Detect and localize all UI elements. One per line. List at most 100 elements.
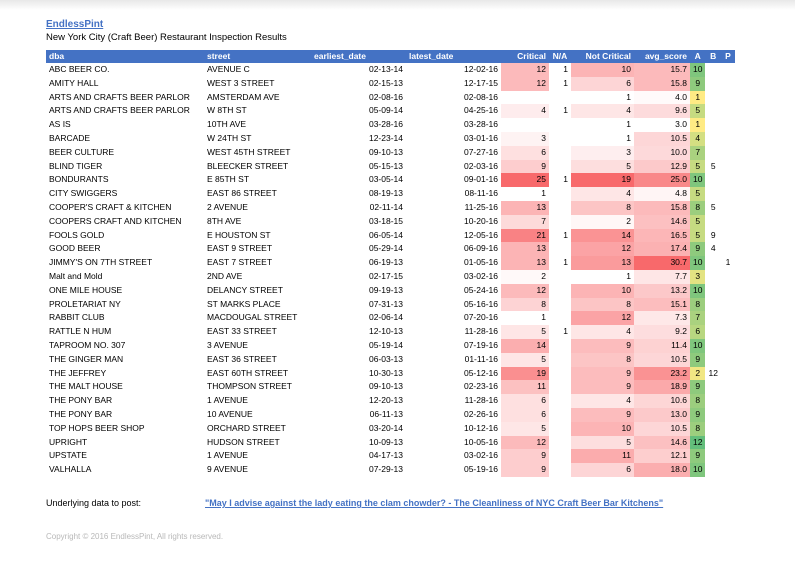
col-header-dba[interactable]: dba — [46, 50, 204, 63]
table-row: AMITY HALL WEST 3 STREET 02-15-13 12-17-15 1… — [46, 76, 735, 91]
cell-not-critical: 8 — [571, 352, 634, 367]
cell-street: 9 AVENUE — [207, 464, 248, 475]
cell-grade-p — [721, 449, 735, 463]
cell-not-critical: 1 — [571, 131, 634, 146]
cell-street: ST MARKS PLACE — [207, 298, 281, 309]
cell-earliest-date: 09-10-13 — [368, 381, 403, 392]
cell-grade-b: 5 — [710, 160, 716, 171]
cell-avg-score: 11.4 — [634, 338, 690, 353]
cell-not-critical: 9 — [571, 338, 634, 353]
cell-grade-b — [705, 187, 720, 201]
table-row: THE PONY BAR 1 AVENUE 12-20-13 11-28-16 6 4 10… — [46, 394, 735, 408]
cell-latest-date: 03-28-16 — [463, 119, 498, 130]
cell-dba: COOPER'S CRAFT & KITCHEN — [49, 201, 172, 212]
cell-critical: 8 — [501, 297, 549, 312]
article-link[interactable]: "May I advise against the lady eating th… — [205, 498, 663, 508]
cell-grade-p — [721, 436, 735, 450]
cell-street: EAST 9 STREET — [207, 243, 273, 254]
cell-latest-date: 12-05-16 — [463, 229, 498, 240]
cell-na — [549, 284, 571, 298]
cell-avg-score: 30.7 — [634, 256, 690, 270]
cell-avg-score: 3.0 — [634, 118, 690, 132]
cell-dba: GOOD BEER — [49, 243, 101, 254]
table-row: Malt and Mold 2ND AVE 02-17-15 03-02-16 2 1 7.… — [46, 269, 735, 284]
col-header-street[interactable]: street — [204, 50, 311, 63]
top-shadow-bar — [0, 0, 795, 10]
col-header-grade-a[interactable]: A — [690, 50, 706, 63]
table-row: BLIND TIGER BLEECKER STREET 05-15-13 02-03-… — [46, 159, 735, 174]
col-header-earliest-date[interactable]: earliest_date — [311, 50, 406, 63]
cell-latest-date: 10-12-16 — [463, 422, 498, 433]
cell-avg-score: 4.0 — [634, 90, 690, 105]
col-header-critical[interactable]: Critical — [501, 50, 549, 63]
cell-grade-a: 7 — [690, 145, 706, 160]
cell-dba: PROLETARIAT NY — [49, 298, 121, 309]
cell-grade-p — [721, 77, 735, 91]
cell-grade-b — [705, 132, 720, 146]
cell-avg-score: 15.8 — [634, 200, 690, 215]
col-header-latest-date[interactable]: latest_date — [406, 50, 501, 63]
table-row: AS IS 10TH AVE 03-28-16 03-28-16 1 3.0 1 — [46, 118, 735, 132]
cell-grade-b — [705, 339, 720, 353]
col-header-grade-p[interactable]: P — [720, 50, 735, 63]
brand-link[interactable]: EndlessPint — [46, 19, 103, 30]
cell-na: 1 — [563, 326, 568, 337]
col-header-avg-score[interactable]: avg_score — [634, 50, 690, 63]
table-row: ARTS AND CRAFTS BEER PARLOR W 8TH ST 05-09… — [46, 104, 735, 119]
cell-street: EAST 33 STREET — [207, 326, 277, 337]
cell-critical: 3 — [501, 131, 549, 146]
cell-na — [549, 422, 571, 436]
cell-na: 1 — [563, 229, 568, 240]
table-row: COOPERS CRAFT AND KITCHEN 8TH AVE 03-18-15… — [46, 214, 735, 229]
cell-latest-date: 01-11-16 — [464, 353, 498, 364]
cell-dba: THE PONY BAR — [49, 395, 113, 406]
cell-avg-score: 12.9 — [634, 159, 690, 174]
table-row: VALHALLA 9 AVENUE 07-29-13 05-19-16 9 6 18.0 10 — [46, 463, 735, 477]
col-header-na[interactable]: N/A — [549, 50, 571, 63]
cell-street: 8TH AVE — [207, 215, 242, 226]
cell-dba: UPSTATE — [49, 450, 87, 461]
cell-street: AMSTERDAM AVE — [207, 91, 280, 102]
cell-latest-date: 12-02-16 — [463, 64, 498, 74]
cell-critical: 12 — [501, 283, 549, 298]
cell-grade-a: 1 — [690, 118, 706, 132]
cell-not-critical: 9 — [571, 407, 634, 422]
table-row: ONE MILE HOUSE DELANCY STREET 09-19-13 05-2… — [46, 283, 735, 298]
cell-grade-a: 10 — [690, 463, 706, 477]
col-header-grade-b[interactable]: B — [705, 50, 721, 63]
cell-street: 1 AVENUE — [207, 395, 248, 406]
cell-avg-score: 10.5 — [634, 131, 690, 146]
cell-earliest-date: 03-20-14 — [368, 422, 403, 433]
inspection-table: dba street earliest_date latest_date Cri… — [46, 50, 735, 477]
cell-grade-a: 5 — [690, 214, 706, 229]
table-row: BONDURANTS E 85TH ST 03-05-14 09-01-16 25 1 19… — [46, 173, 735, 188]
cell-street: 10 AVENUE — [207, 408, 253, 419]
cell-not-critical: 9 — [571, 380, 634, 395]
cell-not-critical: 4 — [571, 394, 634, 408]
cell-not-critical: 8 — [571, 200, 634, 215]
cell-na — [549, 118, 571, 132]
cell-avg-score: 23.2 — [634, 366, 690, 381]
cell-na — [549, 215, 571, 229]
cell-dba: BLIND TIGER — [49, 160, 103, 171]
cell-not-critical: 10 — [571, 421, 634, 436]
cell-grade-p — [721, 215, 735, 229]
cell-na — [549, 353, 571, 367]
cell-earliest-date: 02-11-14 — [369, 201, 403, 212]
cell-grade-p — [721, 394, 735, 408]
cell-earliest-date: 12-20-13 — [368, 395, 403, 406]
cell-dba: AS IS — [49, 119, 71, 130]
cell-grade-a: 10 — [690, 338, 706, 353]
cell-earliest-date: 06-11-13 — [369, 408, 403, 419]
col-header-not-critical[interactable]: Not Critical — [571, 50, 634, 63]
cell-latest-date: 11-25-16 — [464, 201, 498, 212]
table-row: PROLETARIAT NY ST MARKS PLACE 07-31-13 05-1… — [46, 297, 735, 312]
cell-grade-p — [721, 201, 735, 215]
cell-na — [549, 449, 571, 463]
table-row: ABC BEER CO. AVENUE C 02-13-14 12-02-16 12 1 1… — [46, 63, 735, 77]
cell-earliest-date: 07-29-13 — [368, 464, 403, 475]
cell-grade-p — [721, 187, 735, 201]
cell-earliest-date: 08-19-13 — [368, 188, 403, 199]
cell-not-critical: 1 — [571, 269, 634, 284]
cell-critical: 5 — [501, 352, 549, 367]
